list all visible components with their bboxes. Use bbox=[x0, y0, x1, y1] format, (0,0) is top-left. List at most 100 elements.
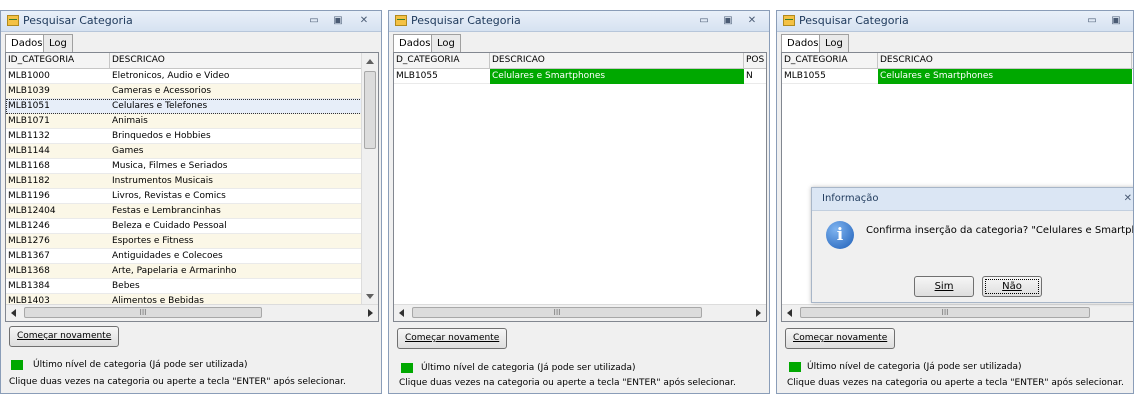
column-header-descricao[interactable]: DESCRICAO bbox=[878, 53, 1132, 68]
table-row[interactable]: MLB1132 Brinquedos e Hobbies bbox=[6, 129, 362, 144]
scroll-left-icon[interactable] bbox=[399, 309, 404, 317]
horizontal-scrollbar[interactable]: III bbox=[782, 304, 1133, 321]
cell-descricao: Musica, Filmes e Seriados bbox=[112, 161, 228, 171]
legend-text: Último nível de categoria (Já pode ser u… bbox=[33, 360, 248, 370]
legend-text: Último nível de categoria (Já pode ser u… bbox=[421, 363, 636, 373]
tab-log[interactable]: Log bbox=[43, 34, 73, 52]
scroll-up-icon[interactable] bbox=[366, 59, 374, 64]
cell-id: MLB1196 bbox=[8, 191, 50, 201]
info-icon: i bbox=[826, 221, 854, 249]
no-button[interactable]: Não bbox=[982, 276, 1042, 297]
category-grid: D_CATEGORIA DESCRICAO POS MLB1055 Celula… bbox=[393, 52, 767, 322]
cell-id: MLB1384 bbox=[8, 281, 50, 291]
title-bar[interactable]: Pesquisar Categoria ▭ ▣ ✕ bbox=[1, 11, 381, 32]
table-row[interactable]: MLB1182 Instrumentos Musicais bbox=[6, 174, 362, 189]
cell-descricao: Animais bbox=[112, 116, 148, 126]
table-row[interactable]: MLB1055 Celulares e Smartphones N bbox=[394, 69, 766, 84]
yes-button[interactable]: Sim bbox=[914, 276, 974, 297]
horizontal-scroll-thumb[interactable]: III bbox=[800, 307, 1090, 318]
minimize-icon[interactable]: ▭ bbox=[307, 14, 321, 27]
tab-log[interactable]: Log bbox=[819, 34, 849, 52]
grid-header: D_CATEGORIA DESCRICAO F bbox=[782, 53, 1133, 69]
restart-button[interactable]: Começar novamente bbox=[397, 328, 508, 349]
cell-descricao-highlight: Celulares e Smartphones bbox=[490, 69, 744, 84]
restart-button[interactable]: Começar novamente bbox=[9, 326, 120, 347]
window-pesquisar-categoria-2: Pesquisar Categoria ▭ ▣ ✕ Dados Log D_CA… bbox=[388, 10, 770, 394]
horizontal-scroll-thumb[interactable]: III bbox=[412, 307, 702, 318]
cell-id: MLB12404 bbox=[8, 206, 56, 216]
horizontal-scroll-thumb[interactable]: III bbox=[24, 307, 262, 318]
scroll-left-icon[interactable] bbox=[787, 309, 792, 317]
table-row[interactable]: MLB1039 Cameras e Acessorios bbox=[6, 84, 362, 99]
cell-descricao: Games bbox=[112, 146, 144, 156]
maximize-icon[interactable]: ▣ bbox=[721, 14, 735, 27]
legend-green-swatch bbox=[789, 362, 801, 372]
scroll-right-icon[interactable] bbox=[756, 309, 761, 317]
grid-header: D_CATEGORIA DESCRICAO POS bbox=[394, 53, 766, 69]
table-row[interactable]: MLB1071 Animais bbox=[6, 114, 362, 129]
table-row-selected[interactable]: MLB1051 Celulares e Telefones bbox=[6, 99, 362, 114]
table-row[interactable]: MLB1055 Celulares e Smartphones N bbox=[782, 69, 1133, 84]
maximize-icon[interactable]: ▣ bbox=[331, 14, 345, 27]
hint-text: Clique duas vezes na categoria ou aperte… bbox=[9, 377, 346, 387]
title-bar[interactable]: Pesquisar Categoria ▭ ▣ ✕ bbox=[777, 11, 1133, 32]
table-row[interactable]: MLB1144 Games bbox=[6, 144, 362, 159]
window-title: Pesquisar Categoria bbox=[23, 14, 133, 27]
cell-id: MLB1055 bbox=[396, 71, 438, 81]
window-pesquisar-categoria-1: Pesquisar Categoria ▭ ▣ ✕ Dados Log ID_C… bbox=[0, 10, 382, 394]
restart-button[interactable]: Começar novamente bbox=[785, 328, 896, 349]
app-icon bbox=[7, 15, 19, 26]
category-grid: ID_CATEGORIA DESCRICAO MLB1000 Eletronico… bbox=[5, 52, 379, 322]
window-title: Pesquisar Categoria bbox=[411, 14, 521, 27]
cell-descricao: Festas e Lembrancinhas bbox=[112, 206, 221, 216]
table-row[interactable]: MLB1000 Eletronicos, Audio e Video bbox=[6, 69, 362, 84]
table-row[interactable]: MLB1368 Arte, Papelaria e Armarinho bbox=[6, 264, 362, 279]
title-bar[interactable]: Pesquisar Categoria ▭ ▣ ✕ bbox=[389, 11, 769, 32]
column-header-id[interactable]: D_CATEGORIA bbox=[782, 53, 878, 68]
table-row[interactable]: MLB1367 Antiguidades e Colecoes bbox=[6, 249, 362, 264]
cell-descricao: Bebes bbox=[112, 281, 140, 291]
minimize-icon[interactable]: ▭ bbox=[1085, 14, 1099, 27]
table-row[interactable]: MLB12404 Festas e Lembrancinhas bbox=[6, 204, 362, 219]
scroll-left-icon[interactable] bbox=[11, 309, 16, 317]
cell-descricao: Beleza e Cuidado Pessoal bbox=[112, 221, 227, 231]
table-row[interactable]: MLB1384 Bebes bbox=[6, 279, 362, 294]
vertical-scroll-thumb[interactable] bbox=[364, 71, 376, 149]
cell-descricao: Eletronicos, Audio e Video bbox=[112, 71, 230, 81]
column-header-descricao[interactable]: DESCRICAO bbox=[490, 53, 744, 68]
table-row[interactable]: MLB1246 Beleza e Cuidado Pessoal bbox=[6, 219, 362, 234]
dialog-title-bar[interactable]: Informação ✕ bbox=[812, 188, 1133, 211]
cell-id: MLB1276 bbox=[8, 236, 50, 246]
column-header-id[interactable]: D_CATEGORIA bbox=[394, 53, 490, 68]
scroll-down-icon[interactable] bbox=[366, 294, 374, 299]
close-icon[interactable]: ✕ bbox=[357, 14, 371, 27]
close-icon[interactable]: ✕ bbox=[1124, 193, 1132, 204]
confirm-dialog: Informação ✕ i Confirma inserção da cate… bbox=[811, 187, 1133, 303]
vertical-scrollbar[interactable] bbox=[361, 53, 378, 305]
cell-id: MLB1367 bbox=[8, 251, 50, 261]
table-row[interactable]: MLB1276 Esportes e Fitness bbox=[6, 234, 362, 249]
dialog-title: Informação bbox=[822, 193, 879, 204]
column-header-descricao[interactable]: DESCRICAO bbox=[110, 53, 364, 68]
cell-id: MLB1132 bbox=[8, 131, 50, 141]
tab-log[interactable]: Log bbox=[431, 34, 461, 52]
tab-dados[interactable]: Dados bbox=[781, 34, 825, 53]
app-icon bbox=[783, 15, 795, 26]
cell-descricao: Esportes e Fitness bbox=[112, 236, 194, 246]
table-row[interactable]: MLB1196 Livros, Revistas e Comics bbox=[6, 189, 362, 204]
cell-descricao: Celulares e Telefones bbox=[112, 101, 208, 111]
minimize-icon[interactable]: ▭ bbox=[697, 14, 711, 27]
horizontal-scrollbar[interactable]: III bbox=[6, 304, 378, 321]
tab-dados[interactable]: Dados bbox=[5, 34, 49, 53]
table-row[interactable]: MLB1168 Musica, Filmes e Seriados bbox=[6, 159, 362, 174]
cell-id: MLB1182 bbox=[8, 176, 50, 186]
cell-id: MLB1168 bbox=[8, 161, 50, 171]
cell-id: MLB1071 bbox=[8, 116, 50, 126]
tab-dados[interactable]: Dados bbox=[393, 34, 437, 53]
column-header-pos[interactable]: POS bbox=[744, 53, 766, 68]
column-header-id[interactable]: ID_CATEGORIA bbox=[6, 53, 110, 68]
scroll-right-icon[interactable] bbox=[368, 309, 373, 317]
horizontal-scrollbar[interactable]: III bbox=[394, 304, 766, 321]
maximize-icon[interactable]: ▣ bbox=[1109, 14, 1123, 27]
close-icon[interactable]: ✕ bbox=[745, 14, 759, 27]
